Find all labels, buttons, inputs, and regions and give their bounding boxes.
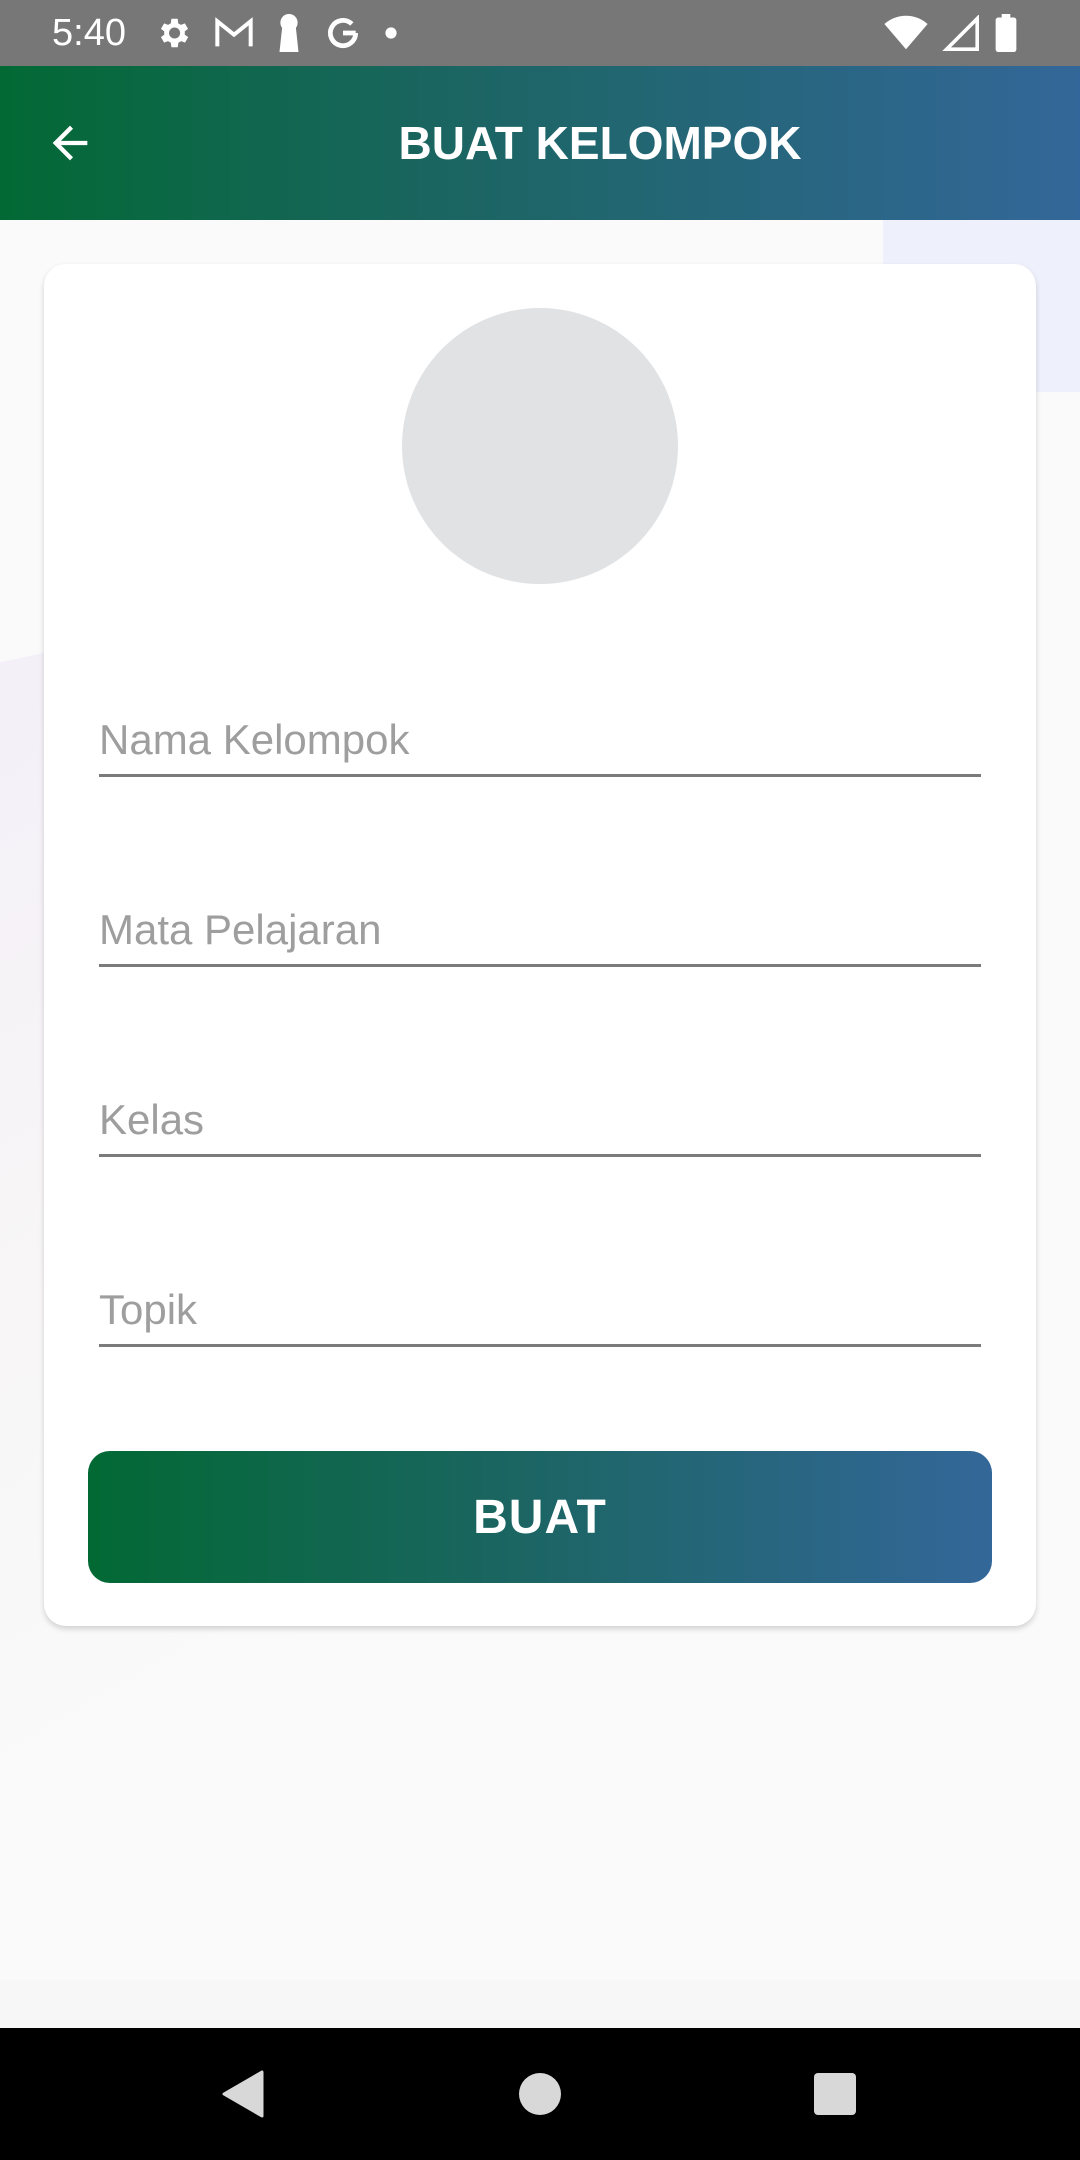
battery-icon [995,14,1017,52]
group-name-field [99,694,981,777]
class-field [99,1074,981,1157]
gmail-icon [215,17,253,47]
nav-back-button[interactable] [214,2064,274,2124]
gear-icon [160,18,189,48]
group-name-input[interactable] [99,716,981,764]
back-triangle-icon [222,2070,264,2118]
notification-icons [154,12,398,54]
nav-recents-button[interactable] [805,2064,865,2124]
create-button[interactable]: BUAT [88,1451,992,1583]
google-icon [327,18,359,49]
dot-icon [385,27,397,39]
topic-field [99,1264,981,1347]
system-icons [884,12,1018,54]
keyhole-icon [279,14,299,52]
status-time: 5:40 [52,12,126,54]
subject-field [99,884,981,967]
system-nav-bar [0,2028,1080,2160]
topic-input[interactable] [99,1286,981,1334]
background-bottom-strip [0,1980,1080,2028]
wifi-icon [884,15,928,50]
cellular-signal-icon [942,15,979,51]
app-bar: BUAT KELOMPOK [0,66,1080,220]
page-title: BUAT KELOMPOK [398,117,802,169]
recents-square-icon [814,2073,856,2115]
nav-home-button[interactable] [510,2064,570,2124]
subject-input[interactable] [99,906,981,954]
group-photo-placeholder[interactable] [402,308,678,584]
home-circle-icon [519,2073,561,2115]
create-group-card: BUAT [44,264,1036,1626]
status-bar: 5:40 [0,0,1080,66]
class-input[interactable] [99,1096,981,1144]
